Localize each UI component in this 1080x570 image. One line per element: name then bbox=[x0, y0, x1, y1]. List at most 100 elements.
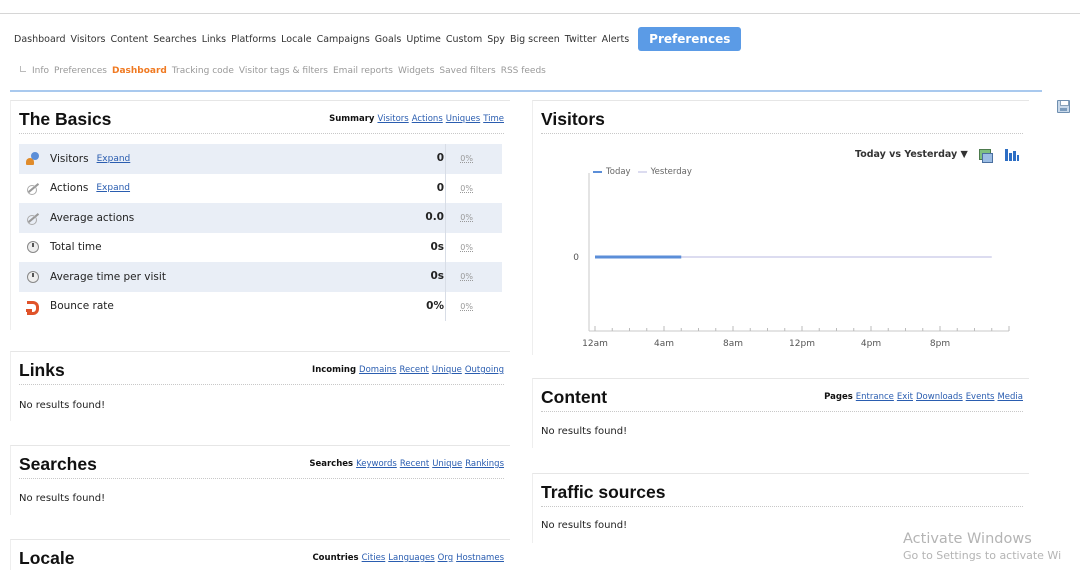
nav-twitter[interactable]: Twitter bbox=[565, 34, 597, 45]
tab-org[interactable]: Org bbox=[438, 553, 453, 563]
nav-campaigns[interactable]: Campaigns bbox=[317, 34, 370, 45]
tab-exit[interactable]: Exit bbox=[897, 392, 913, 402]
searches-tabs: Searches Keywords Recent Unique Rankings bbox=[306, 459, 504, 469]
nav-locale[interactable]: Locale bbox=[281, 34, 311, 45]
tab-downloads[interactable]: Downloads bbox=[916, 392, 963, 402]
row-percent[interactable]: 0% bbox=[460, 233, 473, 263]
nav-spy[interactable]: Spy bbox=[487, 34, 505, 45]
tree-corner-icon bbox=[20, 66, 26, 72]
subnav-dashboard[interactable]: Dashboard bbox=[112, 66, 167, 76]
expand-link[interactable]: Expand bbox=[97, 154, 131, 164]
x-tick-label: 8pm bbox=[930, 339, 950, 349]
nav-searches[interactable]: Searches bbox=[153, 34, 196, 45]
subnav-widgets[interactable]: Widgets bbox=[398, 66, 434, 76]
nav-alerts[interactable]: Alerts bbox=[602, 34, 630, 45]
row-percent[interactable]: 0% bbox=[460, 262, 473, 292]
x-tick-label: 8am bbox=[723, 339, 743, 349]
subnav-rss-feeds[interactable]: RSS feeds bbox=[501, 66, 546, 76]
empty-message: No results found! bbox=[19, 493, 106, 504]
nav-custom[interactable]: Custom bbox=[446, 34, 482, 45]
tab-cities[interactable]: Cities bbox=[362, 553, 386, 563]
tab-incoming[interactable]: Incoming bbox=[312, 365, 356, 375]
tab-actions[interactable]: Actions bbox=[412, 114, 443, 124]
column-separator bbox=[445, 144, 446, 174]
visitors-icon bbox=[26, 151, 40, 166]
empty-message: No results found! bbox=[541, 426, 628, 437]
tab-pages[interactable]: Pages bbox=[824, 392, 853, 402]
column-separator bbox=[445, 203, 446, 233]
empty-message: No results found! bbox=[19, 400, 106, 411]
average-actions-icon bbox=[26, 211, 40, 225]
nav-goals[interactable]: Goals bbox=[375, 34, 402, 45]
column-separator bbox=[445, 173, 446, 203]
panel-title: Visitors bbox=[541, 109, 605, 129]
tab-media[interactable]: Media bbox=[997, 392, 1023, 402]
x-tick-label: 4am bbox=[654, 339, 674, 349]
content-header: Content Pages Entrance Exit Downloads Events… bbox=[541, 379, 1023, 412]
row-value: 0s bbox=[430, 240, 444, 253]
row-percent[interactable]: 0% bbox=[460, 292, 473, 322]
basics-row-bounce-rate: Bounce rate 0% 0% bbox=[19, 291, 502, 322]
tab-unique[interactable]: Unique bbox=[432, 459, 462, 469]
tab-uniques[interactable]: Uniques bbox=[446, 114, 480, 124]
tab-searches[interactable]: Searches bbox=[309, 459, 353, 469]
row-value: 0% bbox=[426, 299, 444, 312]
tab-keywords[interactable]: Keywords bbox=[356, 459, 397, 469]
nav-big-screen[interactable]: Big screen bbox=[510, 34, 560, 45]
tab-recent[interactable]: Recent bbox=[399, 365, 428, 375]
tab-outgoing[interactable]: Outgoing bbox=[465, 365, 504, 375]
nav-links[interactable]: Links bbox=[202, 34, 226, 45]
column-separator bbox=[445, 262, 446, 292]
nav-dashboard[interactable]: Dashboard bbox=[14, 34, 66, 45]
expand-link[interactable]: Expand bbox=[96, 183, 130, 193]
row-label: Average actions bbox=[50, 211, 135, 224]
nav-divider bbox=[10, 90, 1042, 92]
save-icon[interactable] bbox=[1057, 100, 1070, 113]
basics-panel: The Basics Summary Visitors Actions Uniques… bbox=[10, 100, 510, 330]
tab-events[interactable]: Events bbox=[966, 392, 995, 402]
panel-title: Searches bbox=[19, 454, 97, 474]
tab-recent[interactable]: Recent bbox=[400, 459, 429, 469]
links-header: Links Incoming Domains Recent Unique Outgoin… bbox=[19, 352, 504, 385]
nav-visitors[interactable]: Visitors bbox=[71, 34, 106, 45]
row-percent[interactable]: 0% bbox=[460, 174, 473, 204]
tab-entrance[interactable]: Entrance bbox=[856, 392, 894, 402]
tab-hostnames[interactable]: Hostnames bbox=[456, 553, 504, 563]
panel-title: Traffic sources bbox=[541, 482, 666, 502]
content-tabs: Pages Entrance Exit Downloads Events Media bbox=[821, 392, 1023, 402]
visitors-panel: Visitors Today vs Yesterday ▼ Today Yeste… bbox=[532, 100, 1029, 355]
links-tabs: Incoming Domains Recent Unique Outgoing bbox=[309, 365, 504, 375]
nav-preferences[interactable]: Preferences bbox=[638, 27, 742, 51]
searches-panel: Searches Searches Keywords Recent Unique Ran… bbox=[10, 445, 510, 515]
nav-platforms[interactable]: Platforms bbox=[231, 34, 276, 45]
tab-summary[interactable]: Summary bbox=[329, 114, 374, 124]
tab-countries[interactable]: Countries bbox=[312, 553, 358, 563]
subnav-tracking-code[interactable]: Tracking code bbox=[172, 66, 234, 76]
tab-visitors[interactable]: Visitors bbox=[377, 114, 408, 124]
panel-title: Links bbox=[19, 360, 65, 380]
row-percent[interactable]: 0% bbox=[460, 203, 473, 233]
row-value: 0s bbox=[430, 270, 444, 282]
actions-icon bbox=[26, 181, 40, 196]
traffic-header: Traffic sources bbox=[541, 474, 1023, 507]
main-nav: Dashboard Visitors Content Searches Links Pla… bbox=[14, 27, 746, 51]
x-tick-label: 12am bbox=[582, 339, 608, 349]
subnav-visitor-tags-filters[interactable]: Visitor tags & filters bbox=[239, 66, 328, 76]
visitors-header: Visitors bbox=[541, 101, 1023, 134]
nav-content[interactable]: Content bbox=[110, 34, 148, 45]
tab-unique[interactable]: Unique bbox=[432, 365, 462, 375]
subnav-preferences[interactable]: Preferences bbox=[54, 66, 107, 76]
row-percent[interactable]: 0% bbox=[460, 144, 473, 174]
panel-title: Content bbox=[541, 387, 608, 407]
tab-time[interactable]: Time bbox=[483, 114, 504, 124]
subnav-saved-filters[interactable]: Saved filters bbox=[439, 66, 495, 76]
subnav-info[interactable]: Info bbox=[32, 66, 49, 76]
tab-domains[interactable]: Domains bbox=[359, 365, 396, 375]
locale-panel: Locale Countries Cities Languages Org Hostna… bbox=[10, 539, 510, 570]
tab-rankings[interactable]: Rankings bbox=[465, 459, 504, 469]
tab-languages[interactable]: Languages bbox=[388, 553, 434, 563]
nav-uptime[interactable]: Uptime bbox=[406, 34, 440, 45]
bounce-icon bbox=[26, 299, 40, 316]
row-label: Total time bbox=[50, 241, 102, 254]
subnav-email-reports[interactable]: Email reports bbox=[333, 66, 393, 76]
